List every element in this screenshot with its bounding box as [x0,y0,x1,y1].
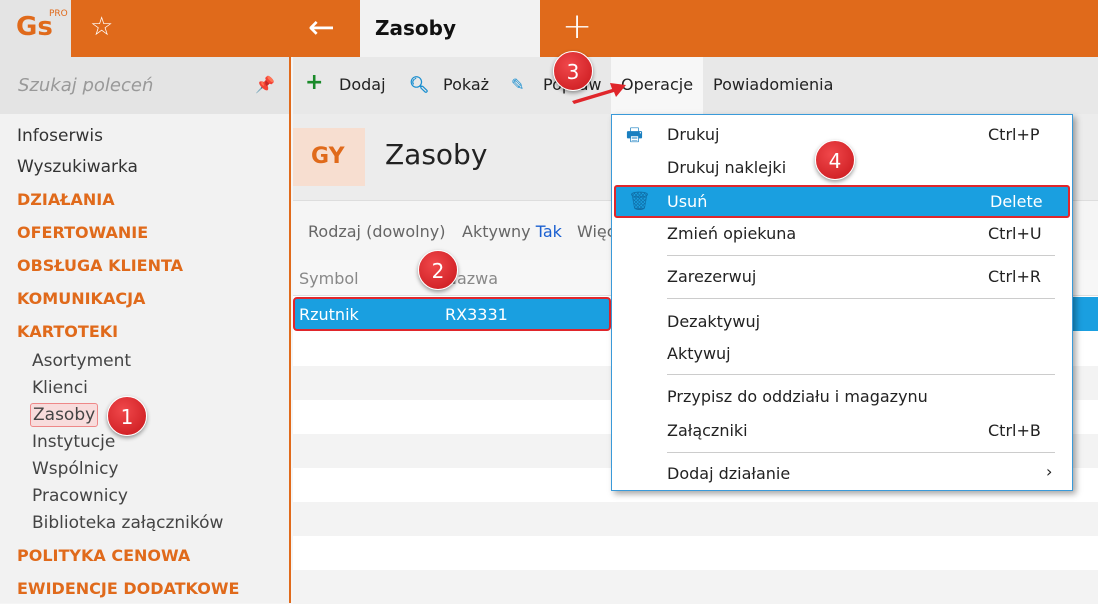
command-search-input[interactable]: Szukaj poleceń 📌 [0,57,289,114]
menu-item-zalaczniki[interactable]: Załączniki Ctrl+B [612,415,1072,447]
sidebar: Szukaj poleceń 📌 Infoserwis Wyszukiwarka … [0,57,291,603]
filter-kind[interactable]: Rodzaj (dowolny) [308,222,445,241]
annotation-badge-2: 2 [418,250,458,290]
toolbar: + Dodaj 🔍︎ Pokaż ✎ Popraw Operacje Powia… [293,57,1098,114]
printer-icon: 🖶 [626,125,643,146]
search-icon: 🔍︎ [409,75,430,94]
menu-item-dodaj-dzialanie[interactable]: Dodaj działanie › [612,458,1072,490]
empty-row [293,502,1098,536]
filter-active[interactable]: Aktywny Tak [462,222,562,241]
table-row[interactable]: Rzutnik RX3331 [293,297,611,331]
new-tab-plus-icon[interactable]: + [562,6,592,47]
back-arrow-icon[interactable]: ← [308,8,335,46]
sidebar-item-infoserwis[interactable]: Infoserwis [17,126,103,146]
brush-icon: ✎ [511,75,525,94]
sidebar-section-dzialania[interactable]: DZIAŁANIA [17,190,115,209]
filter-active-label: Aktywny [462,222,531,241]
page-title: Zasoby [385,138,488,171]
menu-item-zmien-opiekuna[interactable]: Zmień opiekuna Ctrl+U [612,218,1072,250]
sidebar-section-ewidencje[interactable]: EWIDENCJE DODATKOWE [17,579,239,598]
menu-separator [667,298,1055,299]
column-symbol[interactable]: Symbol [299,269,359,288]
menu-item-zarezerwuj[interactable]: Zarezerwuj Ctrl+R [612,261,1072,293]
star-icon[interactable]: ☆ [90,12,113,42]
menu-separator [667,255,1055,256]
cell-symbol: Rzutnik [299,305,359,324]
sidebar-section-polityka-cenowa[interactable]: POLITYKA CENOWA [17,546,190,565]
sidebar-section-ofertowanie[interactable]: OFERTOWANIE [17,223,148,242]
menu-item-dezaktywuj[interactable]: Dezaktywuj [612,306,1072,338]
tab-zasoby[interactable]: Zasoby [360,0,540,57]
annotation-badge-1: 1 [107,396,147,436]
menu-item-przypisz[interactable]: Przypisz do oddziału i magazynu [612,381,1072,413]
menu-separator [667,374,1055,375]
show-button[interactable]: Pokaż [443,75,489,94]
sidebar-item-wspolnicy[interactable]: Wspólnicy [32,459,119,479]
sidebar-section-komunikacja[interactable]: KOMUNIKACJA [17,289,145,308]
plus-icon: + [305,70,324,95]
pin-icon[interactable]: 📌 [255,75,275,94]
app-logo: Gs PRO [0,0,71,57]
annotation-arrow [572,83,626,104]
sidebar-item-pracownicy[interactable]: Pracownicy [32,486,128,506]
trash-icon: 🗑 [628,191,651,212]
menu-item-usun[interactable]: 🗑 Usuń Delete [614,185,1070,218]
empty-row [293,570,1098,604]
top-bar [0,0,1098,57]
filter-more[interactable]: Więcej [577,222,611,241]
sidebar-item-klienci[interactable]: Klienci [32,378,88,398]
sidebar-item-wyszukiwarka[interactable]: Wyszukiwarka [17,157,138,177]
menu-item-aktywuj[interactable]: Aktywuj [612,338,1072,370]
sidebar-item-instytucje[interactable]: Instytucje [32,432,115,452]
row-selection-tail [1073,297,1098,331]
sidebar-section-kartoteki[interactable]: KARTOTEKI [17,322,118,341]
sidebar-section-obsluga-klienta[interactable]: OBSŁUGA KLIENTA [17,256,183,275]
sidebar-item-biblioteka[interactable]: Biblioteka załączników [32,513,223,533]
chevron-right-icon: › [1046,462,1053,481]
menu-separator [667,452,1055,453]
add-button[interactable]: Dodaj [339,75,386,94]
sidebar-item-asortyment[interactable]: Asortyment [32,351,131,371]
sidebar-item-zasoby[interactable]: Zasoby [30,403,99,427]
annotation-badge-4: 4 [815,140,855,180]
notifications-button[interactable]: Powiadomienia [713,75,833,94]
module-badge: GY [293,128,365,186]
cell-nazwa: RX3331 [445,305,508,324]
filter-active-value: Tak [535,222,562,241]
